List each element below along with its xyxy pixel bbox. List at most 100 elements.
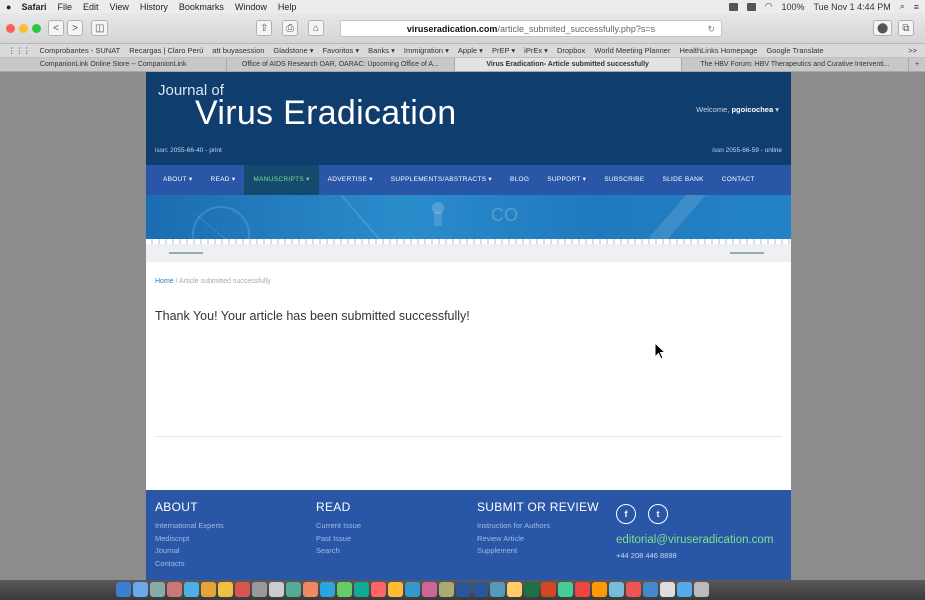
address-bar[interactable]: viruseradication.com/article_submited_su…: [340, 20, 722, 37]
app-icon[interactable]: [371, 582, 386, 597]
site-logo-title[interactable]: Virus Eradication: [195, 94, 457, 133]
spotlight-icon[interactable]: ⌕: [900, 1, 905, 12]
footer-link[interactable]: Instruction for Authors: [477, 520, 599, 533]
nav-blog[interactable]: BLOG: [501, 165, 538, 195]
home-icon[interactable]: ⌂: [308, 20, 324, 36]
browser-tab-active[interactable]: Virus Eradication- Article submitted suc…: [454, 58, 682, 71]
app-icon[interactable]: [218, 582, 233, 597]
downloads-folder-icon[interactable]: [677, 582, 692, 597]
nav-contact[interactable]: CONTACT: [713, 165, 764, 195]
trash-icon[interactable]: [694, 582, 709, 597]
nav-advertise[interactable]: ADVERTISE ▾: [319, 165, 382, 195]
excel-icon[interactable]: [524, 582, 539, 597]
app-icon[interactable]: [405, 582, 420, 597]
footer-link[interactable]: Mediscript: [155, 533, 224, 546]
menu-app-name[interactable]: Safari: [21, 2, 46, 12]
menu-bookmarks[interactable]: Bookmarks: [179, 2, 224, 12]
app-icon[interactable]: [558, 582, 573, 597]
footer-link[interactable]: Supplement: [477, 545, 599, 558]
close-window-button[interactable]: [6, 23, 15, 33]
tabs-overview-icon[interactable]: ⧉: [898, 20, 914, 36]
bookmark-item[interactable]: Banks ▾: [368, 46, 395, 55]
browser-tab[interactable]: Office of AIDS Research OAR, OARAC: Upco…: [227, 58, 455, 71]
word-icon[interactable]: [456, 582, 471, 597]
app-icon[interactable]: [354, 582, 369, 597]
footer-email[interactable]: editorial@viruseradication.com: [616, 534, 773, 546]
footer-link[interactable]: Current Issue: [316, 520, 361, 533]
app-icon[interactable]: [150, 582, 165, 597]
bookmark-item[interactable]: Immigration ▾: [404, 46, 449, 55]
app-icon[interactable]: [507, 582, 522, 597]
footer-link[interactable]: Journal: [155, 545, 224, 558]
nav-subscribe[interactable]: SUBSCRIBE: [595, 165, 653, 195]
breadcrumb-home-link[interactable]: Home: [155, 278, 174, 285]
safari-icon[interactable]: [133, 582, 148, 597]
footer-link[interactable]: International Experts: [155, 520, 224, 533]
reload-icon[interactable]: ↻: [707, 21, 715, 37]
forward-button[interactable]: >: [67, 20, 83, 36]
bookmark-item[interactable]: Favoritos ▾: [322, 46, 359, 55]
chrome-icon[interactable]: [592, 582, 607, 597]
nav-about[interactable]: ABOUT ▾: [154, 165, 201, 195]
nav-manuscripts[interactable]: MANUSCRIPTS ▾: [244, 165, 319, 195]
menu-window[interactable]: Window: [235, 2, 267, 12]
footer-link[interactable]: Past Issue: [316, 533, 361, 546]
bookmark-item[interactable]: HealthLinks Homepage: [679, 46, 757, 55]
browser-tab[interactable]: CompanionLink Online Store -- CompanionL…: [0, 58, 228, 71]
bookmark-item[interactable]: iPrEx ▾: [524, 46, 548, 55]
app-icon[interactable]: [269, 582, 284, 597]
nav-slide-bank[interactable]: SLIDE BANK: [653, 165, 712, 195]
bookmark-item[interactable]: Gladstone ▾: [273, 46, 313, 55]
slider-next-control[interactable]: [730, 252, 764, 254]
bookmark-item[interactable]: att buyasession: [212, 46, 264, 55]
nav-read[interactable]: READ ▾: [201, 165, 244, 195]
menu-edit[interactable]: Edit: [83, 2, 99, 12]
app-icon[interactable]: [201, 582, 216, 597]
extension-icon[interactable]: ⬤: [873, 20, 893, 36]
footer-link[interactable]: Contacts: [155, 558, 224, 571]
app-icon[interactable]: [303, 582, 318, 597]
app-icon[interactable]: [252, 582, 267, 597]
app-icon[interactable]: [422, 582, 437, 597]
app-icon[interactable]: [473, 582, 488, 597]
minimize-window-button[interactable]: [19, 23, 28, 33]
nav-support[interactable]: SUPPORT ▾: [538, 165, 595, 195]
slider-prev-control[interactable]: [169, 252, 203, 254]
app-icon[interactable]: [609, 582, 624, 597]
bookmark-item[interactable]: Google Translate: [766, 46, 823, 55]
bookmarks-grid-icon[interactable]: ⋮⋮⋮: [8, 46, 31, 55]
new-tab-button[interactable]: +: [909, 58, 925, 71]
bookmark-item[interactable]: Dropbox: [557, 46, 585, 55]
battery-percent[interactable]: 100%: [781, 2, 804, 12]
bookmark-item[interactable]: Comprobantes - SUNAT: [40, 46, 121, 55]
app-icon[interactable]: [235, 582, 250, 597]
bookmark-item[interactable]: Apple ▾: [458, 46, 483, 55]
app-icon[interactable]: [643, 582, 658, 597]
app-icon[interactable]: [490, 582, 505, 597]
status-icon[interactable]: [728, 2, 738, 11]
wifi-icon[interactable]: ◠: [765, 1, 773, 12]
powerpoint-icon[interactable]: [541, 582, 556, 597]
footer-link[interactable]: Review Article: [477, 533, 599, 546]
share-icon[interactable]: ⇧: [256, 20, 273, 36]
finder-icon[interactable]: [116, 582, 131, 597]
user-menu[interactable]: Welcome, pgoicochea ▾: [696, 105, 779, 114]
nav-supplements[interactable]: SUPPLEMENTS/ABSTRACTS ▾: [382, 165, 501, 195]
acrobat-icon[interactable]: [575, 582, 590, 597]
menu-file[interactable]: File: [57, 2, 72, 12]
bookmark-item[interactable]: Recargas | Claro Perú: [129, 46, 203, 55]
app-icon[interactable]: [337, 582, 352, 597]
app-icon[interactable]: [388, 582, 403, 597]
footer-link[interactable]: Search: [316, 545, 361, 558]
menu-view[interactable]: View: [109, 2, 128, 12]
app-icon[interactable]: [660, 582, 675, 597]
app-icon[interactable]: [286, 582, 301, 597]
zoom-window-button[interactable]: [32, 23, 41, 33]
bookmarks-overflow-icon[interactable]: >>: [908, 46, 917, 55]
facebook-icon[interactable]: f: [616, 504, 636, 524]
print-icon[interactable]: ⎙: [282, 20, 298, 36]
bookmark-item[interactable]: PrEP ▾: [492, 46, 515, 55]
menu-history[interactable]: History: [140, 2, 168, 12]
twitter-icon[interactable]: t: [648, 504, 668, 524]
sidebar-icon[interactable]: ◫: [91, 20, 109, 36]
